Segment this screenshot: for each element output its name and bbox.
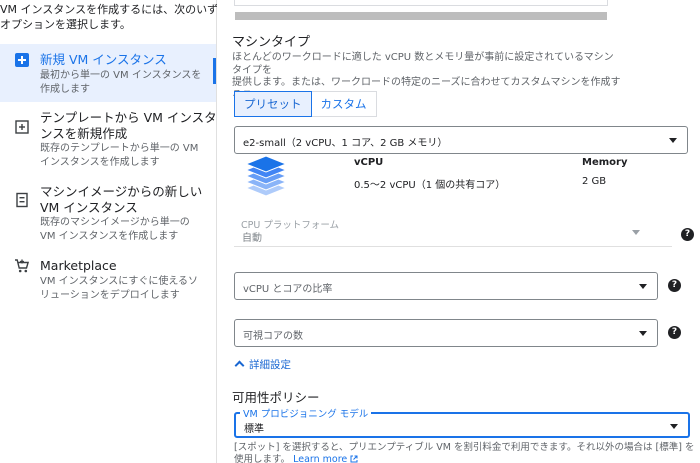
- help-icon[interactable]: ?: [681, 228, 694, 241]
- help-line-1: ほとんどのワークロードに適した vCPU 数とメモリ量が事前に設定されているマシ…: [232, 52, 614, 76]
- vcpu-ratio-help-icon[interactable]: ?: [668, 279, 681, 292]
- intro-line-1: VM インスタンスを作成するには、次のいずれかの: [0, 3, 217, 16]
- add-template-icon: [15, 120, 29, 134]
- advanced-settings-toggle[interactable]: 詳細設定: [234, 357, 291, 372]
- availability-policy-title: 可用性ポリシー: [232, 390, 320, 405]
- spec-vcpu-header: vCPU: [354, 157, 384, 168]
- machine-stack-icon: [244, 155, 288, 197]
- note-line-2: 使用します。 Learn more: [234, 454, 696, 463]
- dropdown-arrow-icon: [639, 284, 647, 289]
- option-title-line-1: マシンイメージからの新しい: [40, 184, 203, 199]
- option-title-line-1: テンプレートから VM インスタ: [40, 110, 217, 125]
- machine-config-panel: マシンタイプ ほとんどのワークロードに適した vCPU 数とメモリ量が事前に設定…: [218, 0, 700, 463]
- option-desc-1: 最初から単一の VM インスタンスを: [40, 70, 202, 81]
- machine-type-select[interactable]: e2-small（2 vCPU、1 コア、2 GB メモリ）: [234, 126, 688, 154]
- option-desc-2: VM インスタンスを作成します: [40, 231, 179, 242]
- provisioning-model-value: 標準: [244, 424, 264, 435]
- spec-memory-value: 2 GB: [582, 176, 607, 187]
- option-from-machine-image[interactable]: マシンイメージからの新しい VM インスタンス 既存のマシンイメージから単一の …: [0, 182, 216, 252]
- cpu-platform-select: CPU プラットフォーム 自動 ?: [234, 217, 694, 247]
- machine-type-tabs: プリセット カスタム: [234, 91, 377, 117]
- intro-text: VM インスタンスを作成するには、次のいずれかの オプションを選択します。: [0, 2, 217, 32]
- dropdown-arrow-icon: [670, 424, 678, 429]
- option-desc-1: VM インスタンスにすぐに使えるソ: [40, 276, 199, 287]
- option-title: 新規 VM インスタンス: [40, 52, 167, 67]
- advanced-settings-label: 詳細設定: [249, 359, 291, 371]
- vcpu-ratio-select[interactable]: vCPU とコアの比率: [234, 272, 658, 300]
- tab-custom[interactable]: カスタム: [311, 91, 377, 117]
- spec-vcpu-value: 0.5～2 vCPU（1 個の共有コア）: [354, 180, 506, 191]
- provisioning-model-select[interactable]: VM プロビジョニング モデル 標準: [234, 406, 690, 438]
- option-desc-2: インスタンスを作成します: [40, 157, 160, 168]
- option-desc-2: リューションをデプロイします: [40, 290, 180, 301]
- dropdown-arrow-icon: [639, 331, 647, 336]
- provisioning-model-label: VM プロビジョニング モデル: [240, 406, 372, 420]
- dropdown-arrow-icon: [669, 138, 677, 143]
- visible-cores-placeholder: 可視コアの数: [243, 331, 303, 342]
- external-link-icon: [350, 455, 358, 463]
- visible-cores-select[interactable]: 可視コアの数: [234, 319, 658, 347]
- option-marketplace[interactable]: Marketplace VM インスタンスにすぐに使えるソ リューションをデプロ…: [0, 256, 216, 308]
- option-new-vm[interactable]: 新規 VM インスタンス 最初から単一の VM インスタンスを 作成します: [0, 44, 216, 102]
- machine-type-title: マシンタイプ: [232, 35, 311, 50]
- note-text: 使用します。: [234, 454, 291, 463]
- option-title-line-2: ンスを新規作成: [40, 126, 128, 141]
- option-from-template[interactable]: テンプレートから VM インスタ ンスを新規作成 既存のテンプレートから単一の …: [0, 108, 217, 178]
- add-box-icon: [15, 53, 29, 67]
- note-line-1: [スポット] を選択すると、プリエンプティブル VM を割引料金で利用できます。…: [234, 442, 695, 453]
- creation-options-panel: VM インスタンスを作成するには、次のいずれかの オプションを選択します。 新規…: [0, 0, 217, 463]
- marketplace-cart-icon: [15, 259, 30, 273]
- provisioning-note: [スポット] を選択すると、プリエンプティブル VM を割引料金で利用できます。…: [234, 442, 696, 463]
- option-title: Marketplace: [40, 258, 117, 273]
- dropdown-arrow-icon: [632, 230, 640, 235]
- intro-line-2: オプションを選択します。: [0, 18, 131, 31]
- table-bottom-edge: [234, 0, 608, 6]
- option-desc-2: 作成します: [40, 84, 90, 95]
- tab-preset[interactable]: プリセット: [234, 91, 312, 117]
- vcpu-ratio-placeholder: vCPU とコアの比率: [243, 284, 333, 295]
- cpu-platform-value: 自動: [242, 233, 262, 244]
- option-desc-1: 既存のマシンイメージから単一の: [40, 217, 190, 228]
- horizontal-scrollbar[interactable]: [235, 12, 607, 20]
- chevron-up-icon: [234, 360, 245, 371]
- option-title-line-2: VM インスタンス: [40, 200, 138, 215]
- learn-more-link[interactable]: Learn more: [293, 454, 347, 463]
- visible-cores-help-icon[interactable]: ?: [668, 326, 681, 339]
- machine-image-icon: [16, 192, 28, 208]
- selected-indicator: [213, 58, 216, 84]
- machine-type-value: e2-small（2 vCPU、1 コア、2 GB メモリ）: [243, 138, 448, 149]
- option-desc-1: 既存のテンプレートから単一の VM: [40, 143, 199, 154]
- spec-memory-header: Memory: [582, 157, 628, 168]
